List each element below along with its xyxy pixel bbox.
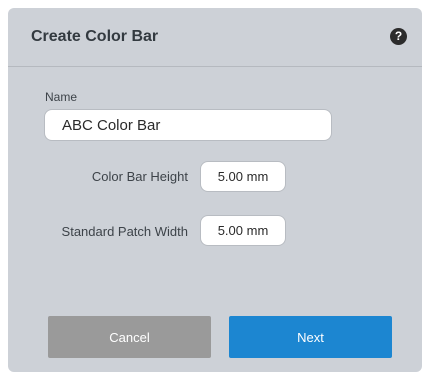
cancel-button[interactable]: Cancel — [48, 316, 211, 358]
help-icon[interactable]: ? — [390, 28, 407, 45]
dialog-header: Create Color Bar ? — [8, 8, 422, 67]
color-bar-height-label: Color Bar Height — [91, 169, 188, 184]
name-label: Name — [45, 90, 78, 104]
color-bar-height-input[interactable] — [200, 161, 286, 192]
create-color-bar-dialog: Create Color Bar ? Name Color Bar Height… — [8, 8, 422, 372]
standard-patch-width-input[interactable] — [200, 215, 286, 246]
name-input[interactable] — [44, 109, 332, 141]
next-button[interactable]: Next — [229, 316, 392, 358]
standard-patch-width-label: Standard Patch Width — [61, 224, 188, 239]
dialog-title: Create Color Bar — [31, 28, 159, 45]
